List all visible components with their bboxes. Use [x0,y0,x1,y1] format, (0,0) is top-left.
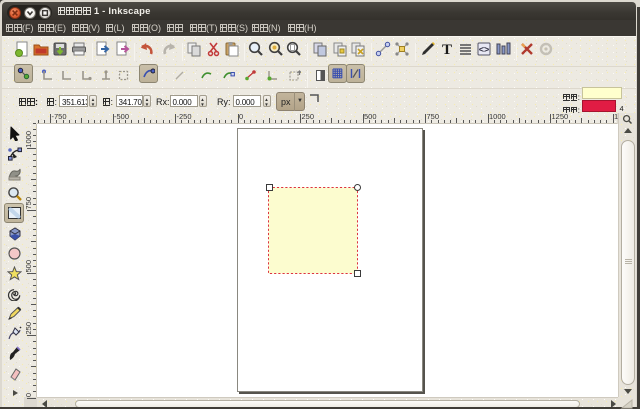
svg-text:<>: <> [479,45,490,55]
svg-text:T: T [442,42,452,57]
